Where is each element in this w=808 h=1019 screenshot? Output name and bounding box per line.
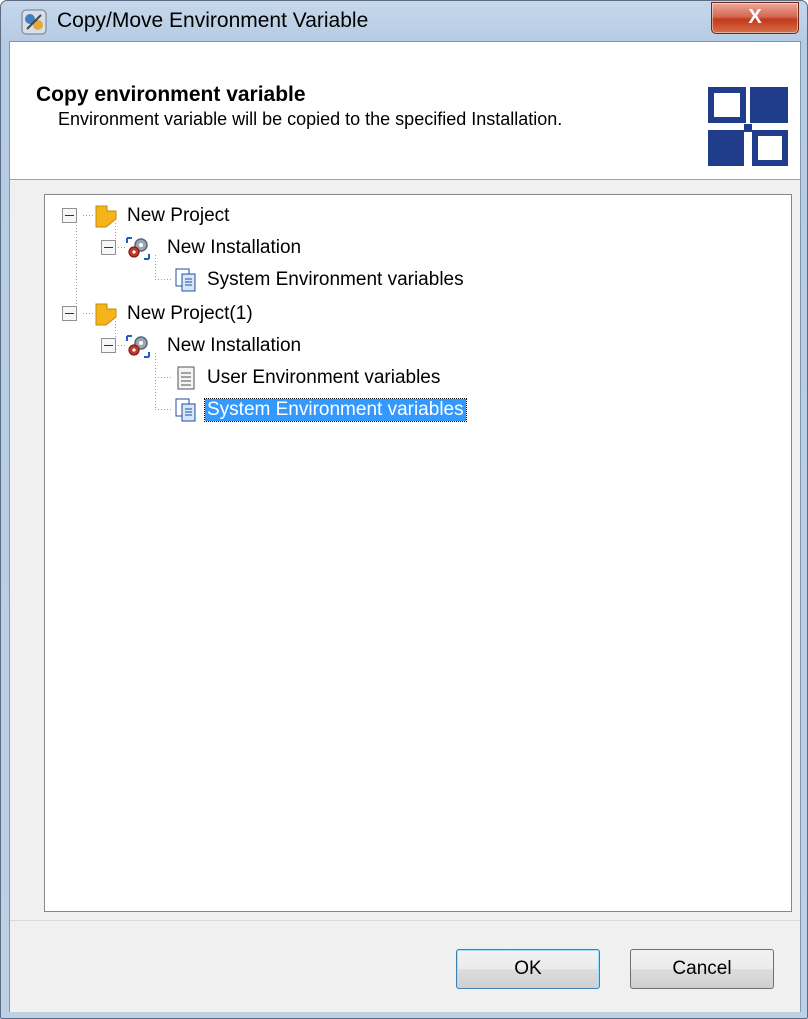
button-bar: OK Cancel xyxy=(10,920,800,1012)
dialog-window: Copy/Move Environment Variable X Copy en… xyxy=(0,0,808,1019)
tree-node-label: New Project xyxy=(127,205,230,226)
folder-icon xyxy=(95,303,117,326)
installation-gears-icon xyxy=(126,237,150,260)
page-title: Copy environment variable xyxy=(36,83,306,106)
collapse-icon[interactable] xyxy=(62,306,77,321)
tree-node-installation[interactable]: New Installation xyxy=(45,331,385,361)
app-icon xyxy=(21,9,47,35)
collapse-icon[interactable] xyxy=(62,208,77,223)
tree-node-label: New Installation xyxy=(167,237,302,258)
dialog-client-area: Copy environment variable Environment va… xyxy=(9,41,801,1012)
header-panel: Copy environment variable Environment va… xyxy=(10,42,800,180)
installation-gears-icon xyxy=(126,335,150,358)
tree-node-label: User Environment variables xyxy=(207,367,441,388)
tree-node-label-selected: System Environment variables xyxy=(204,398,467,422)
tree-node-system-env-vars[interactable]: System Environment variables xyxy=(45,395,505,425)
system-env-vars-icon xyxy=(175,398,196,422)
tree-node-label: New Project(1) xyxy=(127,303,253,324)
folder-icon xyxy=(95,205,117,228)
cancel-button[interactable]: Cancel xyxy=(630,949,774,989)
title-bar[interactable]: Copy/Move Environment Variable X xyxy=(1,1,807,41)
user-env-vars-icon xyxy=(177,366,195,390)
tree-node-system-env-vars[interactable]: System Environment variables xyxy=(45,265,505,295)
tree-node-label: System Environment variables xyxy=(207,269,464,290)
ok-button[interactable]: OK xyxy=(456,949,600,989)
close-button[interactable]: X xyxy=(711,2,799,34)
collapse-icon[interactable] xyxy=(101,338,116,353)
tree-node-project[interactable]: New Project(1) xyxy=(45,299,345,329)
tree-node-project[interactable]: New Project xyxy=(45,201,345,231)
collapse-icon[interactable] xyxy=(101,240,116,255)
squares-logo-icon xyxy=(708,87,788,166)
installation-tree[interactable]: New Project New Installation System Envi… xyxy=(44,194,792,912)
page-description: Environment variable will be copied to t… xyxy=(58,109,563,129)
window-title: Copy/Move Environment Variable xyxy=(57,9,369,32)
system-env-vars-icon xyxy=(175,268,196,292)
tree-node-user-env-vars[interactable]: User Environment variables xyxy=(45,363,505,393)
tree-node-label: New Installation xyxy=(167,335,302,356)
close-icon: X xyxy=(748,6,762,28)
tree-node-installation[interactable]: New Installation xyxy=(45,233,385,263)
